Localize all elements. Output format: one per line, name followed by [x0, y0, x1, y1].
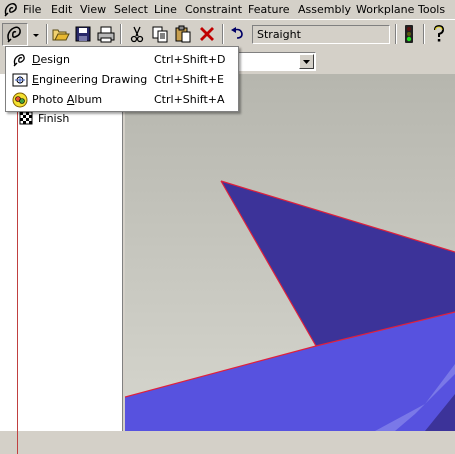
- 3d-viewport[interactable]: [125, 74, 455, 431]
- menu-bar: File Edit View Select Line Constraint Fe…: [0, 0, 455, 19]
- menu-item-label: Design: [32, 53, 70, 66]
- menu-edit[interactable]: Edit: [51, 3, 72, 16]
- paste-icon[interactable]: [173, 24, 193, 44]
- menu-item-label: Photo Album: [32, 93, 103, 106]
- undo-icon[interactable]: [228, 24, 248, 44]
- mode-menu: Design Ctrl+Shift+D Engineering Drawing …: [5, 46, 239, 112]
- menu-item-photo-album[interactable]: Photo Album Ctrl+Shift+A: [7, 90, 237, 110]
- tree-item-label: Finish: [38, 112, 70, 125]
- menu-line[interactable]: Line: [154, 3, 177, 16]
- menu-tools[interactable]: Tools: [418, 3, 445, 16]
- menu-select[interactable]: Select: [114, 3, 148, 16]
- menu-assembly[interactable]: Assembly: [298, 3, 351, 16]
- help-icon[interactable]: [429, 24, 449, 44]
- tree-branch-line: [17, 97, 18, 454]
- workplane-combo[interactable]: [232, 52, 316, 71]
- mode-dropdown-button[interactable]: [29, 23, 43, 46]
- print-icon[interactable]: [96, 24, 116, 44]
- toolbar-separator: [120, 24, 122, 44]
- viewport-canvas[interactable]: [125, 74, 455, 431]
- save-icon[interactable]: [73, 24, 93, 44]
- menu-item-label: Engineering Drawing: [32, 73, 148, 86]
- menu-item-engineering-drawing[interactable]: Engineering Drawing Ctrl+Shift+E: [7, 70, 237, 90]
- main-toolbar: Straight: [0, 19, 455, 48]
- menu-feature[interactable]: Feature: [248, 3, 290, 16]
- engineering-drawing-icon: [12, 73, 28, 87]
- toolbar-separator: [395, 24, 397, 44]
- menu-view[interactable]: View: [80, 3, 106, 16]
- toolbar-separator: [222, 24, 224, 44]
- menu-constraint[interactable]: Constraint: [185, 3, 242, 16]
- menu-file[interactable]: File: [23, 3, 41, 16]
- chevron-down-icon: [303, 60, 310, 64]
- mode-icon: [7, 26, 21, 43]
- combo-arrow-button[interactable]: [299, 54, 314, 69]
- mode-button[interactable]: [2, 23, 28, 46]
- copy-icon[interactable]: [150, 24, 170, 44]
- toolbar-separator: [423, 24, 425, 44]
- menu-item-shortcut: Ctrl+Shift+D: [154, 53, 226, 66]
- photo-album-icon: [12, 92, 28, 108]
- menu-item-design[interactable]: Design Ctrl+Shift+D: [7, 50, 237, 70]
- cut-icon[interactable]: [127, 24, 147, 44]
- menu-item-shortcut: Ctrl+Shift+A: [154, 93, 225, 106]
- app-logo-icon[interactable]: [2, 1, 20, 18]
- open-folder-icon[interactable]: [51, 24, 71, 44]
- dropdown-arrow-icon: [33, 34, 39, 37]
- checkered-flag-icon: [19, 111, 33, 125]
- delete-icon[interactable]: [197, 24, 217, 44]
- toolbar-separator: [46, 24, 48, 44]
- design-icon: [13, 54, 25, 67]
- menu-item-shortcut: Ctrl+Shift+E: [154, 73, 224, 86]
- feature-tree: Finish: [0, 74, 124, 454]
- traffic-light-icon[interactable]: [399, 24, 419, 44]
- menu-workplane[interactable]: Workplane: [356, 3, 414, 16]
- line-type-field[interactable]: Straight: [252, 25, 390, 44]
